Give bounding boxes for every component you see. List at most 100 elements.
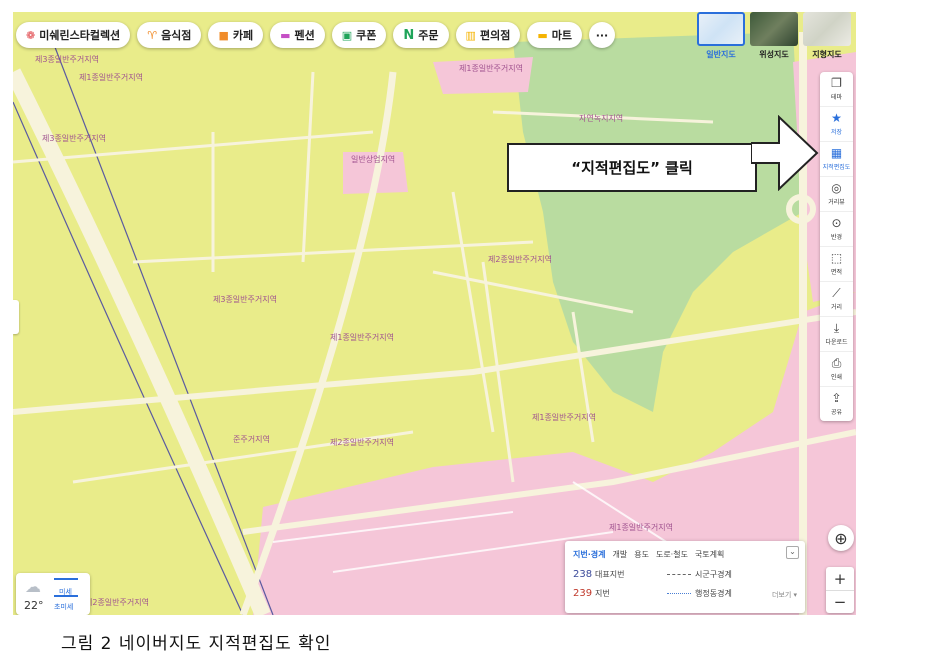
legend-tabs: 지번·경계 개발 용도 도로·철도 국토계획 <box>573 549 724 560</box>
share-icon: ⇪ <box>831 391 842 405</box>
legend-row: 239 지번 행정동경계 <box>573 588 732 599</box>
legend-desc: 대표지번 <box>595 570 625 579</box>
printer-icon: ⎙ <box>831 356 842 370</box>
zone-label: 제1종일반주거지역 <box>79 73 143 82</box>
tool-save[interactable]: ★ 저장 <box>820 107 853 142</box>
chip-label: 편의점 <box>479 29 511 42</box>
chip-mart[interactable]: ▬ 마트 <box>527 22 582 48</box>
bed-icon: ▬ <box>280 28 291 42</box>
tool-radius[interactable]: ⊙ 반경 <box>820 212 853 247</box>
legend-more-link[interactable]: 더보기 ▾ <box>772 590 797 600</box>
fork-knife-icon: ♈ <box>147 28 158 42</box>
terrain-map-thumbnail <box>803 12 851 46</box>
maptype-label: 지형지도 <box>812 50 842 59</box>
chip-restaurant[interactable]: ♈ 음식점 <box>137 22 202 48</box>
tool-area[interactable]: ⬚ 면적 <box>820 247 853 282</box>
tool-label: 지적편집도 <box>822 164 851 171</box>
tool-label: 테마 <box>830 94 843 101</box>
cloud-icon: ☁ <box>25 577 41 596</box>
zone-label: 제3종일반주거지역 <box>42 134 106 143</box>
zone-label: 제1종일반주거지역 <box>459 64 523 73</box>
maptype-label: 위성지도 <box>759 50 789 59</box>
map-background <box>13 12 856 615</box>
chip-coupon[interactable]: ▣ 쿠폰 <box>331 22 387 48</box>
legend-line-label: 시군구경계 <box>695 570 732 579</box>
legend-row: 238 대표지번 시군구경계 <box>573 569 732 580</box>
current-location-button[interactable]: ⊕ <box>828 525 854 551</box>
tool-share[interactable]: ⇪ 공유 <box>820 387 853 421</box>
chip-order[interactable]: N 주문 <box>393 22 449 48</box>
ruler-icon: ⟋ <box>832 286 841 300</box>
zone-label: 일반상업지역 <box>351 155 396 164</box>
boundary-line-sample <box>667 574 691 575</box>
legend-tab[interactable]: 개발 <box>612 549 627 560</box>
maptype-terrain[interactable]: 지형지도 <box>803 12 851 62</box>
flower-icon: ❁ <box>26 28 36 42</box>
legend-number: 239 <box>573 588 593 599</box>
ultrafine-dust-label: 초미세 <box>54 603 74 611</box>
tool-label: 거리뷰 <box>828 199 845 206</box>
dust-indicator-bar <box>54 595 78 597</box>
chip-label: 카페 <box>232 29 254 42</box>
tool-label: 저장 <box>830 129 843 136</box>
zone-label: 제2종일반주거지역 <box>85 598 149 607</box>
tool-label: 공유 <box>830 409 843 416</box>
chip-label: 쿠폰 <box>356 29 377 42</box>
more-icon: ··· <box>595 28 609 42</box>
map-toolbar: ❐ 테마 ★ 저장 ▦ 지적편집도 ◎ 거리뷰 ⊙ 반경 ⬚ 면적 ⟋ 거리 ⤓ 다운로드 ⎙ 인… <box>820 72 853 421</box>
tool-download[interactable]: ⤓ 다운로드 <box>820 317 853 352</box>
boundary-line-sample <box>667 593 691 594</box>
chip-cafe[interactable]: ■ 카페 <box>208 22 264 48</box>
maptype-satellite[interactable]: 위성지도 <box>750 12 798 62</box>
maptype-label: 일반지도 <box>706 50 736 59</box>
cup-icon: ■ <box>218 28 229 42</box>
zone-label: 제2종일반주거지역 <box>330 438 394 447</box>
crosshair-icon: ⊕ <box>834 528 848 548</box>
chip-michelin[interactable]: ❁ 미쉐린스타컬렉션 <box>16 22 131 48</box>
instruction-callout: “지적편집도” 클릭 <box>507 143 757 192</box>
weather-widget[interactable]: ☁ 22° 미세 초미세 <box>16 573 90 615</box>
legend-line-label: 행정동경계 <box>695 589 732 598</box>
tool-cadastral-map[interactable]: ▦ 지적편집도 <box>820 142 853 177</box>
cadastral-icon: ▦ <box>830 146 843 160</box>
maptype-normal[interactable]: 일반지도 <box>697 12 745 62</box>
zone-label: 제2종일반주거지역 <box>488 255 552 264</box>
more-categories-button[interactable]: ··· <box>588 22 615 48</box>
layers-icon: ❐ <box>831 76 842 90</box>
tool-distance[interactable]: ⟋ 거리 <box>820 282 853 317</box>
zone-label: 제1종일반주거지역 <box>609 523 673 532</box>
zoom-out-button[interactable]: − <box>826 591 854 613</box>
collapse-icon[interactable]: ⌄ <box>786 546 799 559</box>
area-icon: ⬚ <box>830 251 843 265</box>
dust-indicator-bar <box>54 578 78 580</box>
tool-print[interactable]: ⎙ 인쇄 <box>820 352 853 387</box>
legend-tab[interactable]: 용도 <box>634 549 649 560</box>
cadastral-legend: 지번·경계 개발 용도 도로·철도 국토계획 ⌄ 238 대표지번 시군구경계 … <box>565 541 805 613</box>
zoom-in-button[interactable]: + <box>826 567 854 591</box>
store-icon: ▥ <box>465 28 476 42</box>
tool-theme[interactable]: ❐ 테마 <box>820 72 853 107</box>
legend-desc: 지번 <box>595 589 610 598</box>
minus-icon: − <box>833 593 847 611</box>
chip-label: 펜션 <box>294 29 315 42</box>
legend-number: 238 <box>573 569 593 580</box>
chip-pension[interactable]: ▬ 펜션 <box>270 22 325 48</box>
zone-label: 제3종일반주거지역 <box>213 295 277 304</box>
legend-tab[interactable]: 국토계획 <box>695 549 724 560</box>
zoom-control: + − <box>826 567 854 613</box>
zone-label: 제1종일반주거지역 <box>330 333 394 342</box>
tool-label: 면적 <box>830 269 843 276</box>
plus-icon: + <box>833 569 847 588</box>
chip-convenience-store[interactable]: ▥ 편의점 <box>455 22 521 48</box>
legend-tab[interactable]: 도로·철도 <box>656 549 688 560</box>
side-panel-handle[interactable] <box>13 300 19 334</box>
coupon-icon: ▣ <box>341 28 353 42</box>
map-canvas[interactable]: 제3종일반주거지역 제1종일반주거지역 제3종일반주거지역 제1종일반주거지역 … <box>13 12 856 615</box>
tool-label: 반경 <box>830 234 843 241</box>
legend-tab[interactable]: 지번·경계 <box>573 549 605 560</box>
chip-label: 음식점 <box>161 29 192 42</box>
radius-icon: ⊙ <box>831 216 842 230</box>
tool-street-view[interactable]: ◎ 거리뷰 <box>820 177 853 212</box>
cart-icon: ▬ <box>537 28 548 42</box>
star-icon: ★ <box>831 111 842 125</box>
